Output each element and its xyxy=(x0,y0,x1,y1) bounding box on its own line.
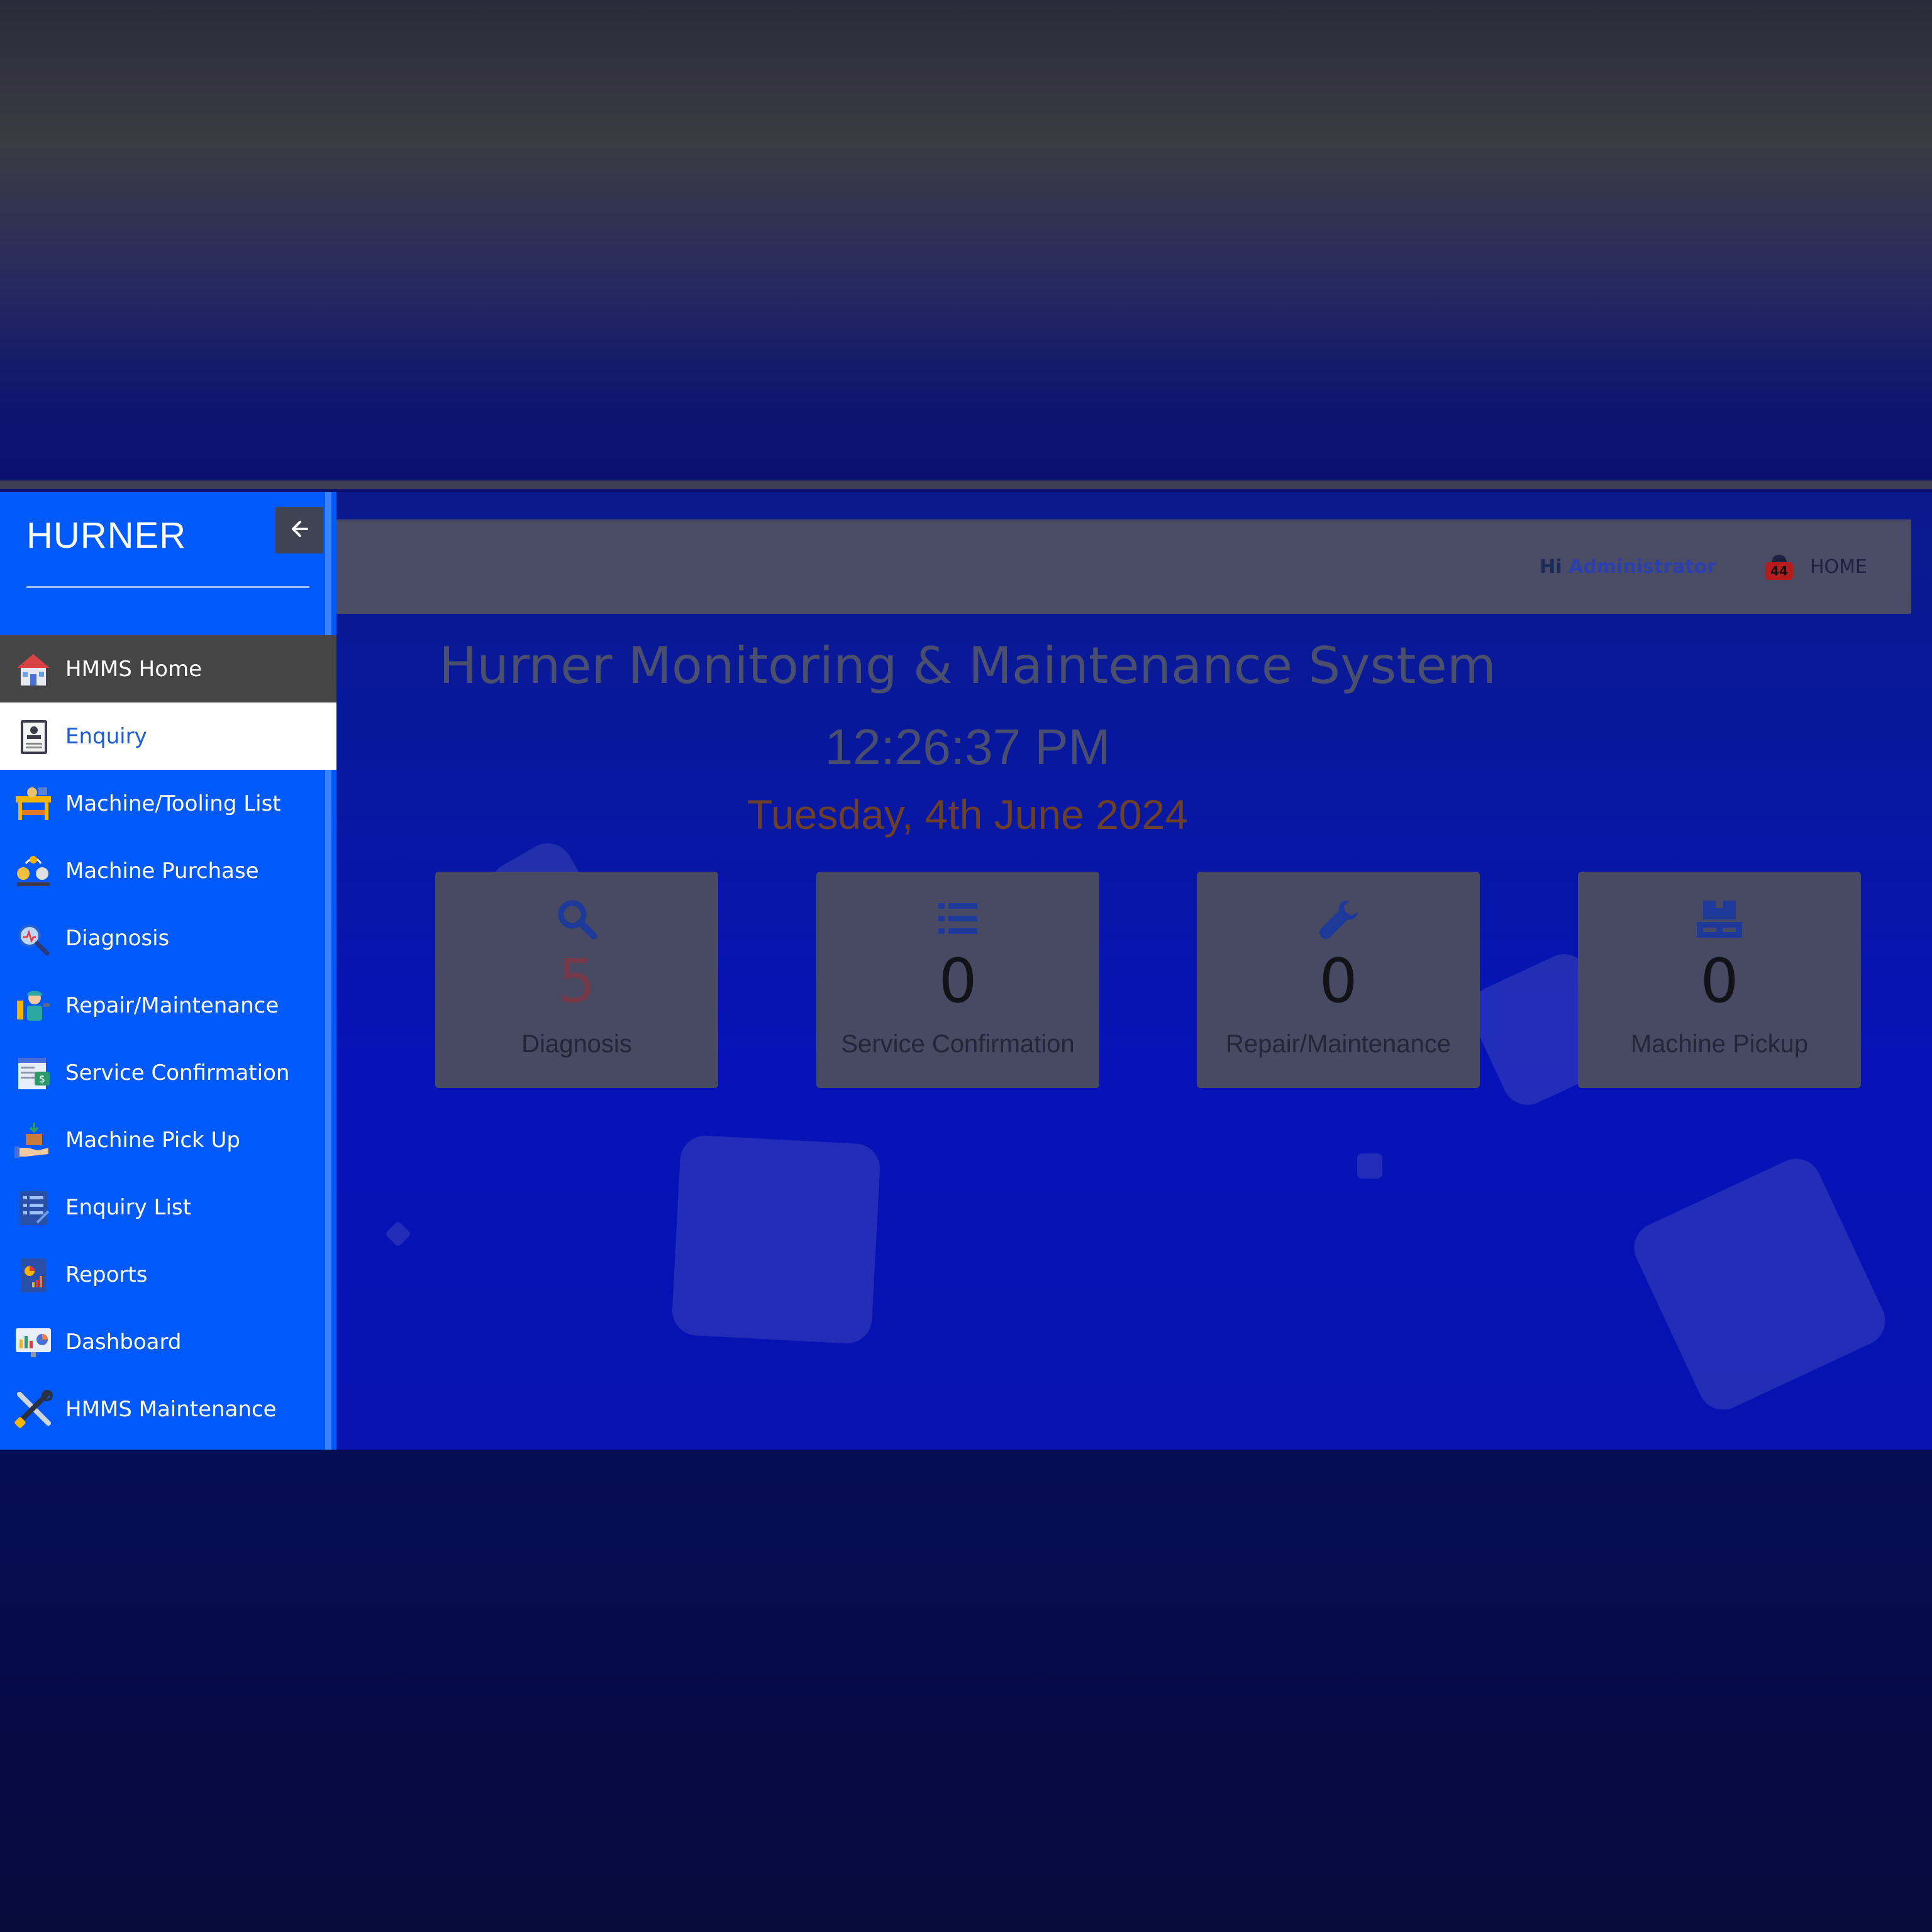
list-icon xyxy=(11,1185,55,1230)
card-value: 0 xyxy=(1700,946,1739,1016)
service-doc-icon: $ xyxy=(11,1051,55,1095)
dashboard-icon xyxy=(11,1320,55,1364)
report-icon xyxy=(11,1253,55,1297)
clock-date: Tuesday, 4th June 2024 xyxy=(747,791,1188,838)
sidebar-item-label: Reports xyxy=(65,1262,148,1287)
decor-shape xyxy=(670,1134,882,1345)
collapse-sidebar-button[interactable] xyxy=(275,507,323,553)
card-label: Service Confirmation xyxy=(841,1030,1075,1058)
card-value: 0 xyxy=(938,946,977,1016)
sidebar-item-label: Machine Pick Up xyxy=(65,1127,240,1153)
user-name-link[interactable]: Administrator xyxy=(1568,556,1716,578)
arrow-left-icon xyxy=(290,519,309,541)
sidebar-item-machine-purchase[interactable]: Machine Purchase xyxy=(0,837,336,904)
sidebar-item-hmms-maintenance[interactable]: HMMS Maintenance xyxy=(0,1375,336,1443)
pallet-icon xyxy=(1578,897,1861,941)
svg-text:$: $ xyxy=(39,1073,45,1085)
sidebar-item-dashboard[interactable]: Dashboard xyxy=(0,1308,336,1375)
sidebar-item-label: Repair/Maintenance xyxy=(65,992,279,1018)
sidebar-item-label: Enquiry xyxy=(65,723,147,749)
list-icon xyxy=(816,897,1099,941)
sidebar-item-hmms-home[interactable]: HMMS Home xyxy=(0,635,336,702)
sidebar: HURNER HMMS Home Enquiry Machine/Tooling… xyxy=(0,492,336,1450)
sidebar-item-label: Machine/Tooling List xyxy=(65,791,281,816)
sidebar-item-label: HMMS Maintenance xyxy=(65,1396,277,1422)
bottom-background xyxy=(0,1450,1932,1932)
divider xyxy=(0,480,1932,489)
top-header: Hi Administrator 44 HOME xyxy=(336,519,1911,614)
card-value: 0 xyxy=(1319,946,1358,1016)
sidebar-item-machine-pick-up[interactable]: Machine Pick Up xyxy=(0,1106,336,1174)
sidebar-item-label: HMMS Home xyxy=(65,656,203,682)
card-service-confirmation[interactable]: 0 Service Confirmation xyxy=(816,872,1099,1088)
sidebar-item-label: Diagnosis xyxy=(65,925,170,951)
sidebar-item-label: Service Confirmation xyxy=(65,1060,290,1085)
decor-shape xyxy=(1357,1153,1382,1179)
pickup-icon xyxy=(11,1118,55,1162)
technician-icon xyxy=(11,984,55,1028)
card-value: 5 xyxy=(557,946,596,1016)
sidebar-menu: HMMS Home Enquiry Machine/Tooling List M… xyxy=(0,635,336,1443)
brand-logo-text: HURNER xyxy=(26,515,187,556)
decor-shape xyxy=(1626,1150,1894,1418)
wrench-icon xyxy=(1197,897,1480,941)
purchase-icon xyxy=(11,849,55,893)
decor-shape xyxy=(384,1220,412,1248)
card-label: Diagnosis xyxy=(521,1030,632,1058)
greeting-prefix: Hi xyxy=(1540,556,1562,578)
sidebar-item-label: Dashboard xyxy=(65,1329,182,1355)
notification-badge[interactable]: 44 xyxy=(1765,562,1793,580)
brand-divider xyxy=(26,586,309,588)
diagnosis-icon xyxy=(11,916,55,960)
app-window: Hi Administrator 44 HOME Hurner Monitori… xyxy=(0,492,1932,1450)
card-machine-pickup[interactable]: 0 Machine Pickup xyxy=(1578,872,1861,1088)
clock-time: 12:26:37 PM xyxy=(824,719,1111,775)
page-title: Hurner Monitoring & Maintenance System xyxy=(439,636,1496,695)
enquiry-form-icon xyxy=(11,714,55,758)
card-diagnosis[interactable]: 5 Diagnosis xyxy=(435,872,718,1088)
card-label: Machine Pickup xyxy=(1630,1030,1809,1058)
sidebar-item-machine-tooling-list[interactable]: Machine/Tooling List xyxy=(0,770,336,837)
home-link[interactable]: HOME xyxy=(1810,556,1867,578)
card-repair-maintenance[interactable]: 0 Repair/Maintenance xyxy=(1197,872,1480,1088)
sidebar-item-reports[interactable]: Reports xyxy=(0,1241,336,1308)
search-icon xyxy=(435,897,718,941)
top-background xyxy=(0,0,1932,483)
sidebar-item-label: Enquiry List xyxy=(65,1194,191,1220)
sidebar-item-repair-maintenance[interactable]: Repair/Maintenance xyxy=(0,972,336,1039)
sidebar-item-diagnosis[interactable]: Diagnosis xyxy=(0,904,336,972)
greeting: Hi Administrator xyxy=(1540,556,1716,578)
sidebar-item-enquiry[interactable]: Enquiry xyxy=(0,702,336,770)
machine-icon xyxy=(11,782,55,826)
card-label: Repair/Maintenance xyxy=(1226,1030,1451,1058)
sidebar-item-label: Machine Purchase xyxy=(65,858,259,884)
sidebar-item-service-confirmation[interactable]: $ Service Confirmation xyxy=(0,1039,336,1106)
house-icon xyxy=(11,647,55,691)
sidebar-item-enquiry-list[interactable]: Enquiry List xyxy=(0,1174,336,1241)
tools-icon xyxy=(11,1387,55,1431)
